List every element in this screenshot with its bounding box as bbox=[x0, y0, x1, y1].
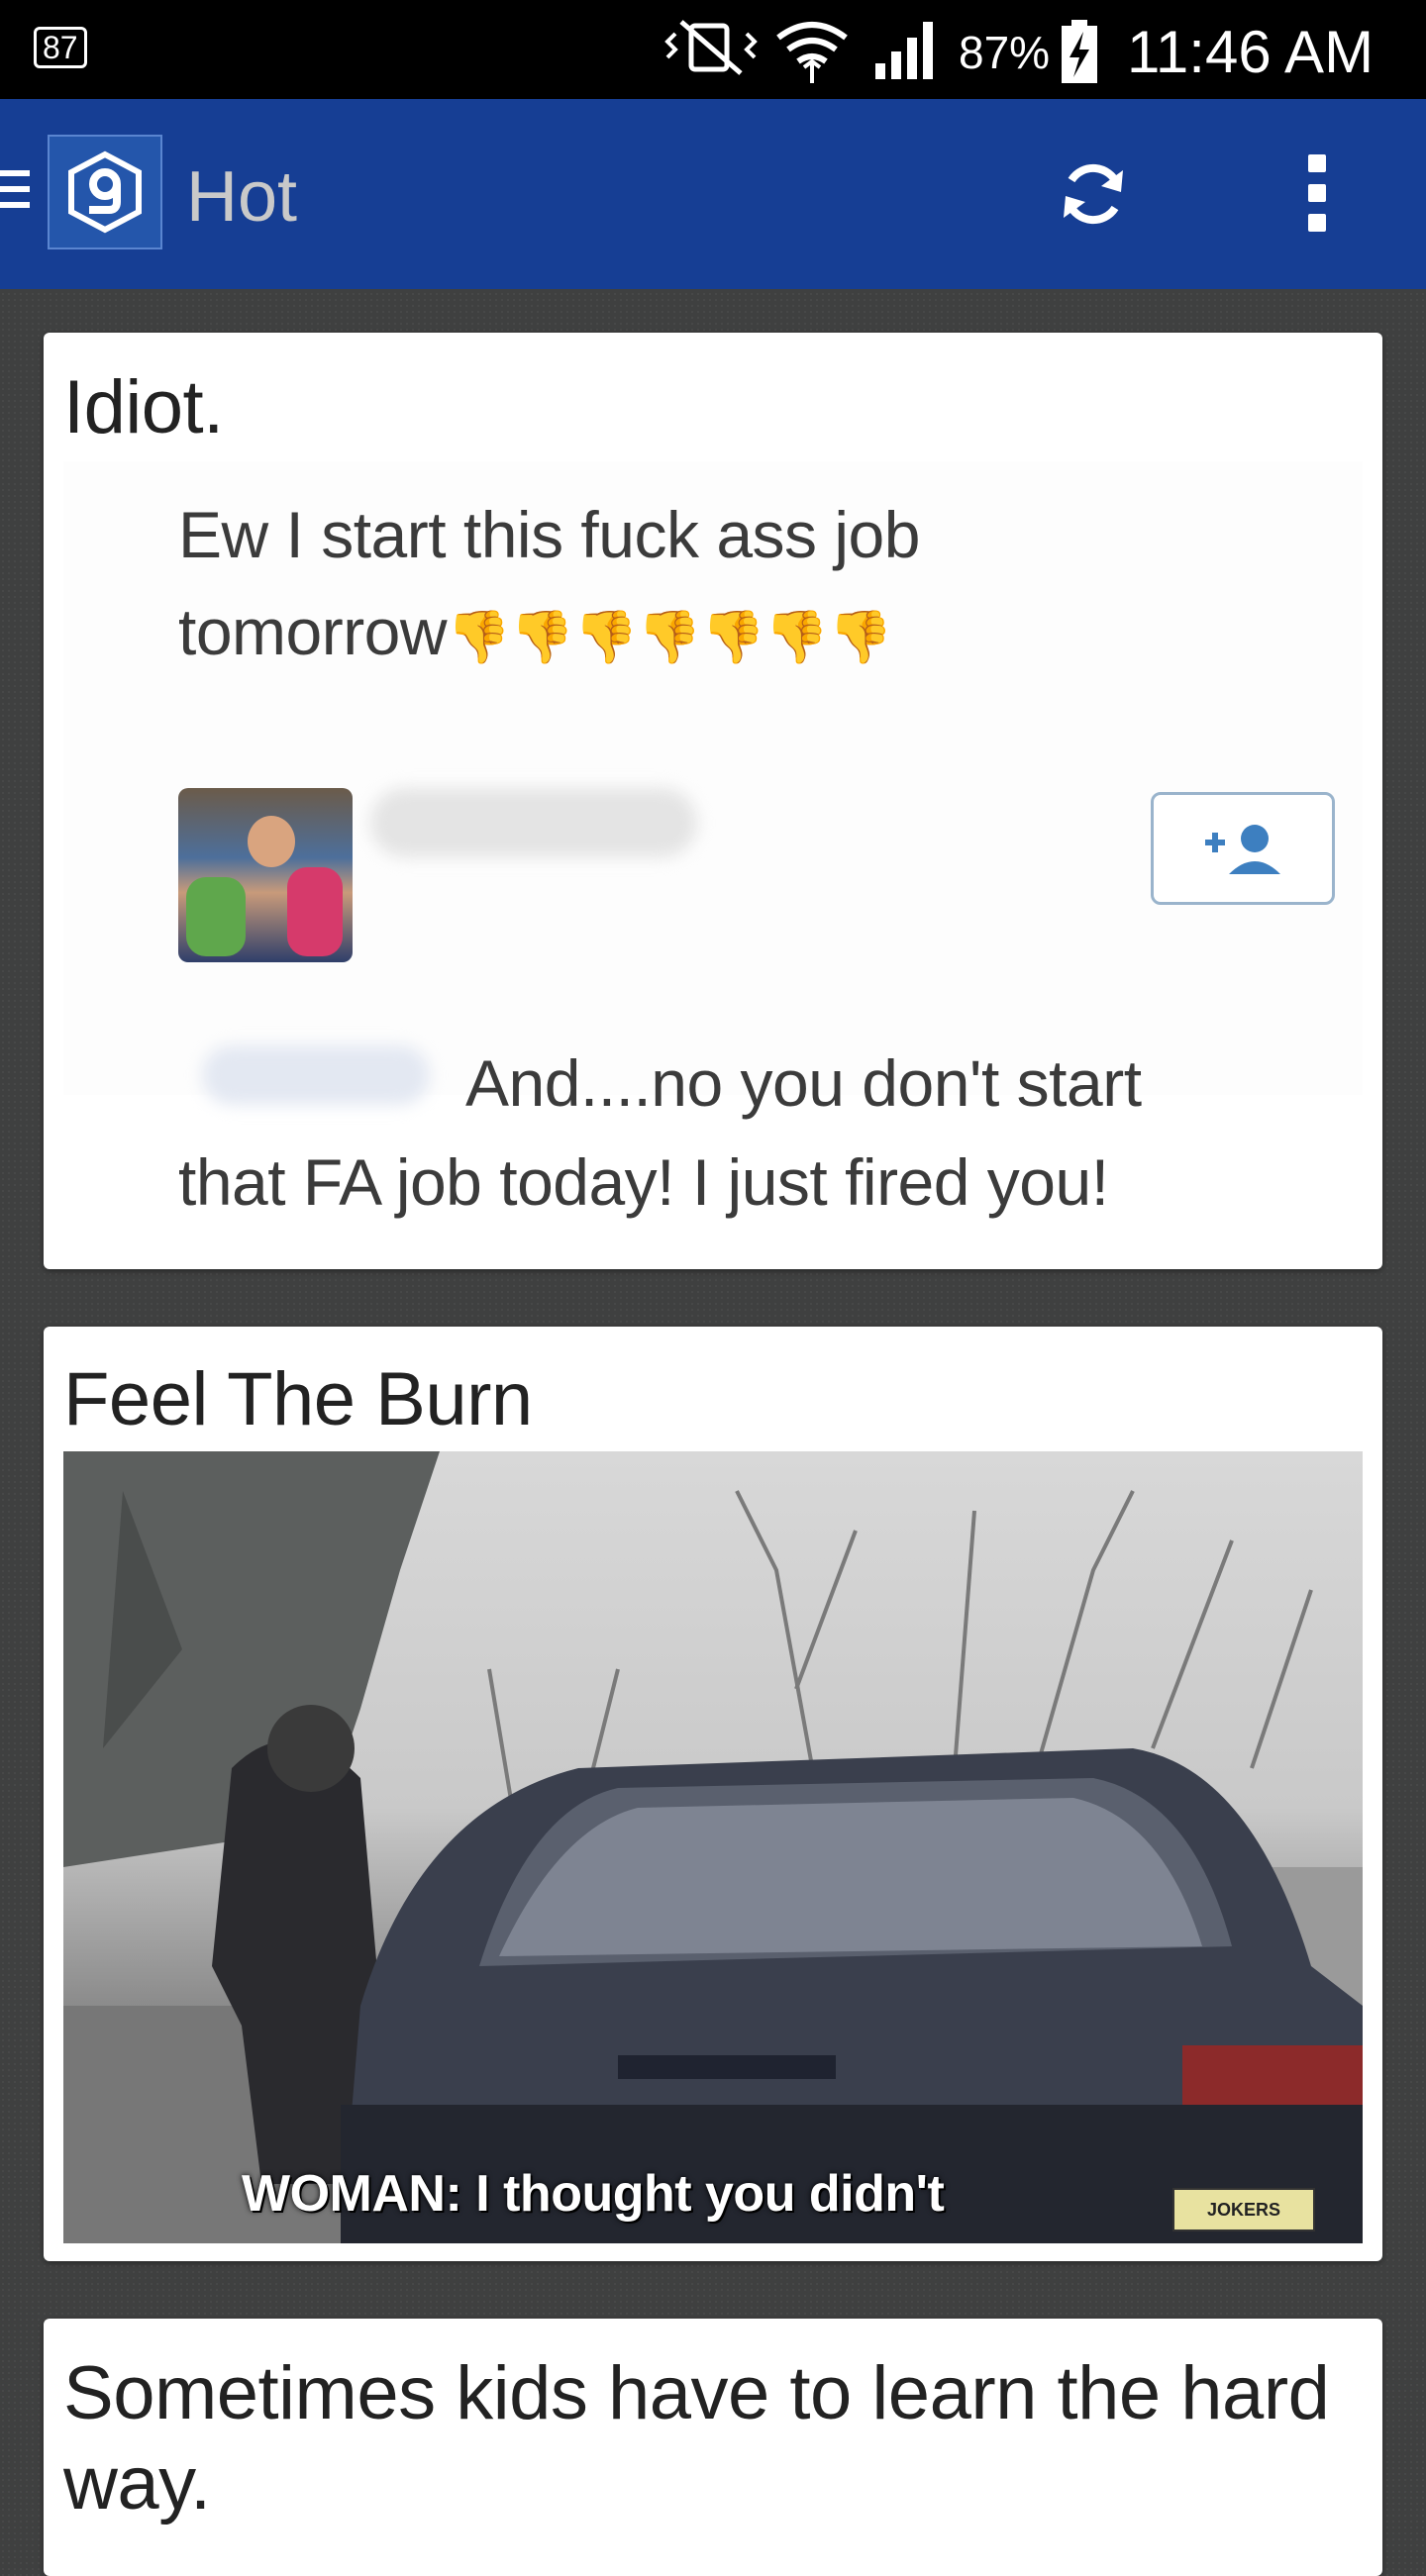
signal-strength-icon bbox=[871, 18, 941, 88]
image-text-line: that FA job today! I just fired you! bbox=[178, 1145, 1109, 1219]
clock: 11:46 AM bbox=[1127, 19, 1375, 85]
app-logo-icon[interactable] bbox=[48, 135, 162, 249]
video-still bbox=[63, 1451, 1363, 2243]
menu-icon[interactable] bbox=[0, 170, 32, 218]
post-card[interactable]: Feel The Burn WOMAN: I thought you didn'… bbox=[44, 1327, 1382, 2261]
avatar bbox=[178, 788, 353, 962]
status-bar: 87 87% 11:46 AM bbox=[0, 0, 1426, 99]
post-card[interactable]: Idiot. Ew I start this fuck ass job tomo… bbox=[44, 333, 1382, 1269]
battery-charging-icon bbox=[1060, 20, 1099, 88]
notification-count-badge: 87 bbox=[34, 26, 87, 68]
post-title[interactable]: Sometimes kids have to learn the hard wa… bbox=[63, 2348, 1351, 2528]
mute-vibrate-icon bbox=[662, 18, 761, 82]
overflow-menu-icon[interactable] bbox=[1297, 154, 1337, 234]
refresh-icon[interactable] bbox=[1054, 154, 1133, 234]
post-image[interactable]: Ew I start this fuck ass job tomorrow👎👎👎… bbox=[63, 461, 1363, 1219]
blurred-name bbox=[202, 1045, 430, 1105]
post-image[interactable]: WOMAN: I thought you didn't JOKERS bbox=[63, 1451, 1363, 2243]
blurred-name bbox=[370, 788, 697, 857]
image-text-line: tomorrow👎👎👎👎👎👎👎 bbox=[178, 595, 892, 668]
image-text-line: Ew I start this fuck ass job bbox=[178, 498, 920, 571]
thumbs-down-emoji-row: 👎👎👎👎👎👎👎 bbox=[447, 609, 892, 666]
add-friend-icon bbox=[1151, 792, 1335, 905]
watermark: JOKERS bbox=[1172, 2188, 1315, 2231]
post-card[interactable]: Sometimes kids have to learn the hard wa… bbox=[44, 2319, 1382, 2576]
post-title[interactable]: Idiot. bbox=[63, 362, 224, 452]
wifi-icon bbox=[772, 18, 852, 88]
post-title[interactable]: Feel The Burn bbox=[63, 1354, 533, 1444]
battery-percent: 87% bbox=[959, 27, 1051, 78]
page-title: Hot bbox=[186, 157, 298, 237]
app-bar: Hot bbox=[0, 99, 1426, 289]
video-caption: WOMAN: I thought you didn't bbox=[242, 2165, 945, 2223]
image-text-line: And....no you don't start bbox=[465, 1046, 1142, 1120]
